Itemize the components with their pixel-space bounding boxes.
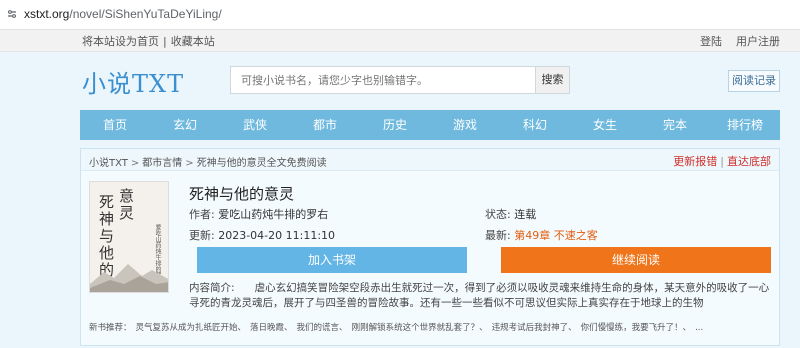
breadcrumb-category[interactable]: 都市言情 — [142, 158, 182, 169]
book-title: 死神与他的意灵 — [189, 185, 295, 203]
nav-item-wuxia[interactable]: 武侠 — [220, 110, 290, 140]
url-host: xstxt.org — [24, 7, 70, 21]
cover-title-line-1: 意灵 — [117, 188, 135, 222]
recommend-item[interactable]: 灵气复苏从成为扎纸匠开始、 — [136, 323, 247, 333]
nav-item-games[interactable]: 游戏 — [430, 110, 500, 140]
author-name[interactable]: 爱吃山药炖牛排的罗右 — [218, 208, 328, 221]
breadcrumb: 小说TXT > 都市言情 > 死神与他的意灵全文免费阅读 更新报错 | 直达底部 — [81, 149, 779, 171]
nav-item-urban[interactable]: 都市 — [290, 110, 360, 140]
browser-address-bar[interactable]: xstxt.org/novel/SiShenYuTaDeYiLing/ — [0, 0, 800, 30]
address-url[interactable]: xstxt.org/novel/SiShenYuTaDeYiLing/ — [24, 7, 222, 21]
recommend-item[interactable]: 你们慢慢练，我要飞升了！、 — [581, 323, 692, 333]
continue-reading-button[interactable]: 继续阅读 — [501, 247, 771, 273]
bookmark-site-link[interactable]: 收藏本站 — [171, 35, 215, 48]
report-error-link[interactable]: 更新报错 — [673, 155, 717, 168]
reading-history-button[interactable]: 阅读记录 — [728, 70, 780, 92]
status-row: 状态: 连载 — [485, 206, 536, 222]
latest-chapter-link[interactable]: 第49章 不速之客 — [514, 229, 598, 242]
search-box: 搜索 — [230, 66, 570, 94]
recommend-item[interactable]: 违规考试后我封神了、 — [492, 323, 577, 333]
site-topbar: 将本站设为首页 | 收藏本站 登陆 用户注册 — [0, 30, 800, 52]
cover-mountain-art — [90, 264, 168, 292]
latest-label: 最新: — [485, 229, 511, 242]
intro-text: 虐心玄幻搞笑冒险架空段赤出生就死过一次，得到了必须以吸收灵魂来维持生命的身体，某… — [189, 282, 770, 309]
nav-item-history[interactable]: 历史 — [360, 110, 430, 140]
page-body: 小说TXT 搜索 阅读记录 首页 玄幻 武侠 都市 历史 游戏 科幻 女生 完本… — [0, 52, 800, 348]
add-to-bookshelf-button[interactable]: 加入书架 — [197, 247, 467, 273]
latest-row: 最新: 第49章 不速之客 — [485, 227, 598, 243]
recommend-item[interactable]: 落日晚霞、 — [250, 323, 293, 333]
status-value: 连载 — [514, 208, 537, 221]
book-intro: 内容简介: 虐心玄幻搞笑冒险架空段赤出生就死过一次，得到了必须以吸收灵魂来维持生… — [189, 281, 779, 311]
jump-to-bottom-link[interactable]: 直达底部 — [727, 155, 771, 168]
recommend-item[interactable]: 刚刚解锁系统这个世界就乱套了？、 — [352, 323, 488, 333]
updated-label: 更新: — [189, 229, 215, 242]
book-detail-panel: 小说TXT > 都市言情 > 死神与他的意灵全文免费阅读 更新报错 | 直达底部 意灵 死神… — [80, 148, 780, 346]
breadcrumb-home[interactable]: 小说TXT — [89, 158, 128, 169]
register-link[interactable]: 用户注册 — [736, 35, 780, 48]
recommend-more[interactable]: ... — [695, 323, 703, 333]
url-path: /novel/SiShenYuTaDeYiLing/ — [69, 7, 222, 21]
nav-item-scifi[interactable]: 科幻 — [500, 110, 570, 140]
new-book-recommendations: 新书推荐： 灵气复苏从成为扎纸匠开始、 落日晚霞、 我们的谎言、 刚刚解锁系统这个世界就… — [89, 321, 769, 333]
intro-label: 内容简介: — [189, 282, 235, 294]
breadcrumb-arrow: > — [130, 158, 140, 169]
actions-separator: | — [720, 155, 724, 168]
main-nav: 首页 玄幻 武侠 都市 历史 游戏 科幻 女生 完本 排行榜 — [80, 110, 780, 140]
author-label: 作者: — [189, 208, 215, 221]
recommend-item[interactable]: 我们的谎言、 — [297, 323, 348, 333]
author-row: 作者: 爱吃山药炖牛排的罗右 — [189, 206, 328, 222]
breadcrumb-arrow: > — [185, 158, 194, 169]
nav-item-completed[interactable]: 完本 — [640, 110, 710, 140]
status-label: 状态: — [485, 208, 511, 221]
updated-row: 更新: 2023-04-20 11:11:10 — [189, 227, 335, 243]
recommend-label: 新书推荐： — [89, 323, 132, 333]
login-link[interactable]: 登陆 — [700, 35, 722, 48]
topbar-separator: | — [163, 35, 167, 48]
breadcrumb-current: 死神与他的意灵全文免费阅读 — [196, 158, 327, 169]
search-button[interactable]: 搜索 — [536, 66, 570, 94]
set-homepage-link[interactable]: 将本站设为首页 — [82, 35, 159, 48]
book-cover[interactable]: 意灵 死神与他的 爱吃山药炖牛排的罗右 著 — [89, 181, 169, 293]
nav-item-ranking[interactable]: 排行榜 — [710, 110, 780, 140]
nav-item-xuanhuan[interactable]: 玄幻 — [150, 110, 220, 140]
search-input[interactable] — [230, 66, 536, 94]
nav-item-home[interactable]: 首页 — [80, 110, 150, 140]
site-logo[interactable]: 小说TXT — [82, 64, 184, 99]
nav-item-female[interactable]: 女生 — [570, 110, 640, 140]
site-info-icon[interactable] — [6, 8, 18, 20]
updated-time: 2023-04-20 11:11:10 — [218, 229, 336, 242]
